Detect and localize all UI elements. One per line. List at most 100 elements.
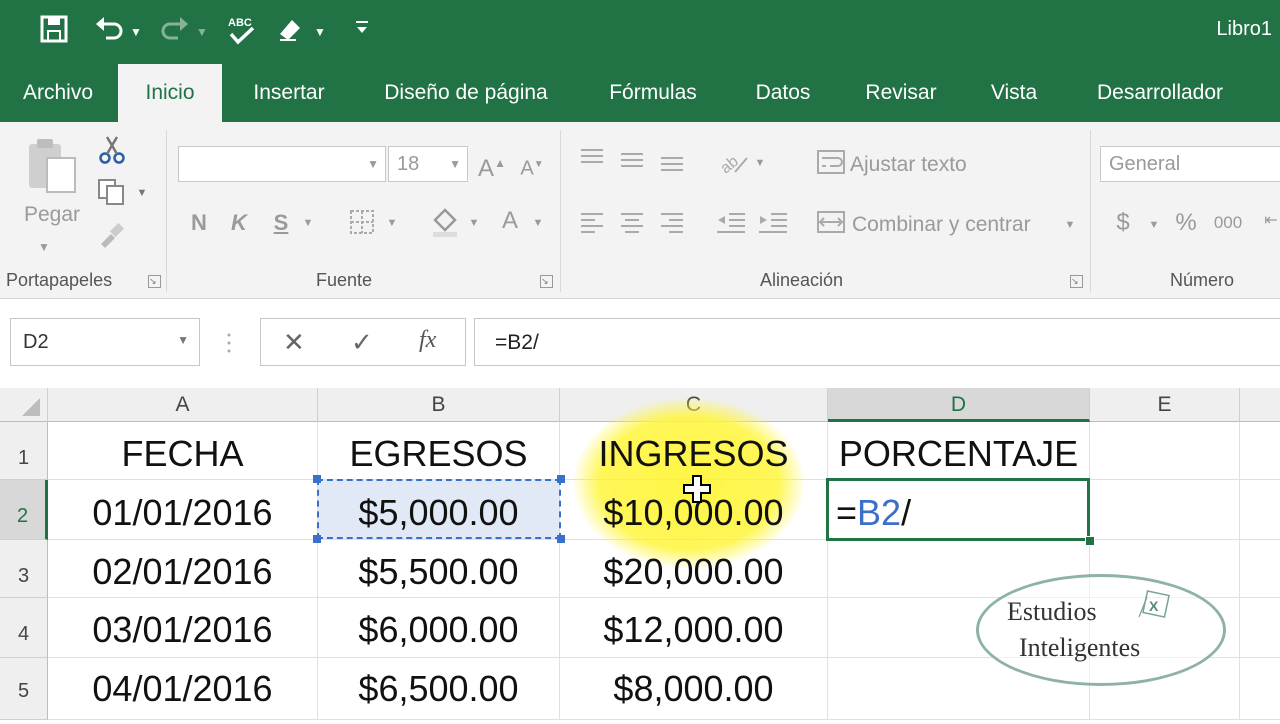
cell-f2[interactable]: [1240, 480, 1280, 540]
column-header-b[interactable]: B: [318, 388, 560, 422]
merge-center-icon[interactable]: [814, 208, 848, 238]
align-bottom-icon[interactable]: [656, 146, 688, 176]
cell-b5[interactable]: $6,500.00: [318, 658, 560, 720]
ref-handle-tr[interactable]: [557, 475, 565, 483]
cell-a2[interactable]: 01/01/2016: [48, 480, 318, 540]
tab-vista[interactable]: Vista: [976, 64, 1052, 122]
row-header-3[interactable]: 3: [0, 540, 48, 598]
font-color-dropdown-icon[interactable]: ▼: [530, 208, 546, 238]
column-header-a[interactable]: A: [48, 388, 318, 422]
customize-icon[interactable]: [352, 14, 372, 50]
thousands-button[interactable]: 000: [1210, 208, 1246, 238]
font-size-combo[interactable]: 18 ▼: [388, 146, 468, 182]
underline-dropdown-icon[interactable]: ▼: [300, 208, 316, 238]
cell-c3[interactable]: $20,000.00: [560, 540, 828, 598]
increase-indent-icon[interactable]: [756, 208, 790, 238]
bold-button[interactable]: N: [186, 208, 212, 238]
font-color-button[interactable]: A: [496, 206, 524, 236]
cell-f1[interactable]: [1240, 422, 1280, 480]
cell-c5[interactable]: $8,000.00: [560, 658, 828, 720]
align-right-icon[interactable]: [656, 208, 688, 238]
paste-icon[interactable]: [22, 136, 82, 196]
underline-button[interactable]: S: [268, 208, 294, 238]
align-center-icon[interactable]: [616, 208, 648, 238]
clipboard-launcher-icon[interactable]: ↘: [148, 275, 161, 288]
cell-f4[interactable]: [1240, 598, 1280, 658]
tab-formulas[interactable]: Fórmulas: [590, 64, 716, 122]
merge-dropdown-icon[interactable]: ▼: [1062, 210, 1078, 240]
save-icon[interactable]: [38, 14, 70, 50]
italic-button[interactable]: K: [226, 208, 252, 238]
orientation-icon[interactable]: ab: [716, 146, 750, 178]
number-format-combo[interactable]: General: [1100, 146, 1280, 182]
paste-button-label[interactable]: Pegar: [14, 200, 90, 230]
cancel-icon[interactable]: ✕: [283, 327, 305, 358]
cell-c4[interactable]: $12,000.00: [560, 598, 828, 658]
row-header-5[interactable]: 5: [0, 658, 48, 720]
borders-icon[interactable]: [346, 208, 378, 240]
format-painter-icon[interactable]: [96, 220, 128, 252]
currency-button[interactable]: $: [1112, 208, 1134, 238]
shrink-font-button[interactable]: A▼: [518, 150, 546, 184]
percent-button[interactable]: %: [1172, 208, 1200, 238]
ref-handle-tl[interactable]: [313, 475, 321, 483]
cell-f3[interactable]: [1240, 540, 1280, 598]
borders-dropdown-icon[interactable]: ▼: [384, 208, 400, 238]
undo-dropdown-icon[interactable]: ▼: [128, 14, 144, 50]
cell-c1[interactable]: INGRESOS: [560, 422, 828, 480]
tab-archivo[interactable]: Archivo: [0, 64, 116, 122]
cell-b1[interactable]: EGRESOS: [318, 422, 560, 480]
chevron-down-icon[interactable]: ▼: [177, 333, 189, 347]
touch-dropdown-icon[interactable]: ▼: [312, 14, 328, 50]
resize-grip-icon[interactable]: [226, 330, 232, 356]
tab-inicio[interactable]: Inicio: [118, 64, 222, 122]
column-header-c[interactable]: C: [560, 388, 828, 422]
copy-icon[interactable]: [94, 178, 128, 208]
tab-revisar[interactable]: Revisar: [852, 64, 950, 122]
cell-a4[interactable]: 03/01/2016: [48, 598, 318, 658]
redo-icon[interactable]: [158, 14, 192, 50]
ref-handle-bl[interactable]: [313, 535, 321, 543]
undo-icon[interactable]: [92, 14, 126, 50]
row-header-2[interactable]: 2: [0, 480, 48, 540]
touch-mode-icon[interactable]: [274, 14, 308, 50]
cell-f5[interactable]: [1240, 658, 1280, 720]
wrap-text-icon[interactable]: [814, 148, 848, 178]
column-header-d[interactable]: D: [828, 388, 1090, 422]
formula-input[interactable]: =B2/: [474, 318, 1280, 366]
column-header-e[interactable]: E: [1090, 388, 1240, 422]
fill-color-icon[interactable]: [428, 206, 462, 240]
increase-decimal-icon[interactable]: ⇤: [1262, 206, 1280, 236]
paste-dropdown-icon[interactable]: ▼: [24, 232, 64, 262]
orientation-dropdown-icon[interactable]: ▼: [752, 148, 768, 178]
cell-b4[interactable]: $6,000.00: [318, 598, 560, 658]
font-launcher-icon[interactable]: ↘: [540, 275, 553, 288]
redo-dropdown-icon[interactable]: ▼: [194, 14, 210, 50]
cell-a3[interactable]: 02/01/2016: [48, 540, 318, 598]
copy-dropdown-icon[interactable]: ▼: [134, 178, 150, 208]
align-top-icon[interactable]: [576, 146, 608, 176]
decrease-indent-icon[interactable]: [714, 208, 748, 238]
tab-datos[interactable]: Datos: [738, 64, 828, 122]
align-middle-icon[interactable]: [616, 146, 648, 176]
spelling-icon[interactable]: ABC: [224, 14, 260, 50]
cut-icon[interactable]: [96, 134, 128, 166]
cell-e2[interactable]: [1090, 480, 1240, 540]
cell-a5[interactable]: 04/01/2016: [48, 658, 318, 720]
currency-dropdown-icon[interactable]: ▼: [1146, 210, 1162, 240]
fill-handle[interactable]: [1085, 536, 1095, 546]
cell-d1[interactable]: PORCENTAJE: [828, 422, 1090, 480]
name-box[interactable]: D2 ▼: [10, 318, 200, 366]
column-header-f[interactable]: [1240, 388, 1280, 422]
select-all-corner[interactable]: [0, 388, 48, 422]
tab-insertar[interactable]: Insertar: [234, 64, 344, 122]
alignment-launcher-icon[interactable]: ↘: [1070, 275, 1083, 288]
wrap-text-label[interactable]: Ajustar texto: [850, 150, 967, 180]
insert-function-icon[interactable]: fx: [419, 327, 436, 354]
cell-a1[interactable]: FECHA: [48, 422, 318, 480]
enter-icon[interactable]: ✓: [351, 327, 373, 358]
tab-desarrollador[interactable]: Desarrollador: [1080, 64, 1240, 122]
row-header-4[interactable]: 4: [0, 598, 48, 658]
cell-e1[interactable]: [1090, 422, 1240, 480]
align-left-icon[interactable]: [576, 208, 608, 238]
